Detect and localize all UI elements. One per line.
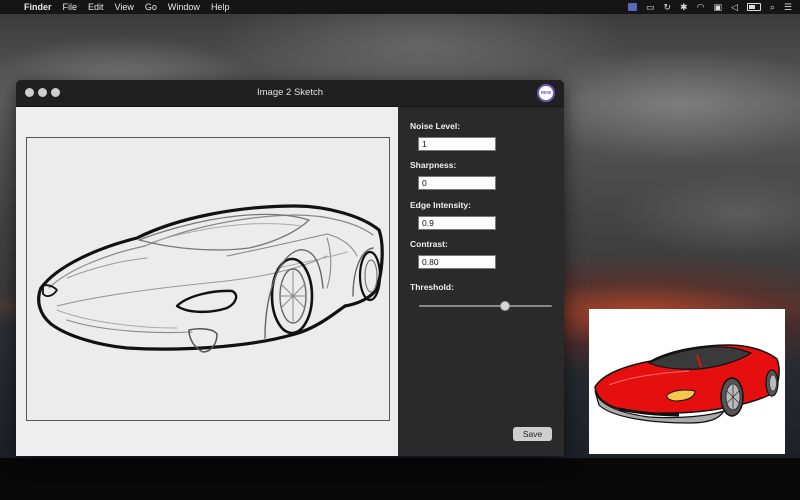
title-bar[interactable]: Image 2 Sketch REW xyxy=(16,80,564,107)
sharpness-label: Sharpness: xyxy=(410,160,457,170)
sketch-image-frame xyxy=(26,137,390,421)
menu-finder[interactable]: Finder xyxy=(24,0,52,14)
spotlight-search-icon[interactable]: ⌕ xyxy=(770,0,775,14)
window-title: Image 2 Sketch xyxy=(256,87,323,98)
noise-level-label: Noise Level: xyxy=(410,121,461,131)
controls-panel: Noise Level: Sharpness: Edge Intensity: … xyxy=(398,107,564,456)
notification-center-icon[interactable]: ☰ xyxy=(784,0,792,14)
red-car-image xyxy=(594,344,780,424)
threshold-label: Threshold: xyxy=(410,282,454,292)
app-window: Image 2 Sketch REW Noise Level: 1 Sharpn… xyxy=(16,80,564,456)
sketch-canvas-area xyxy=(16,107,398,456)
threshold-slider-thumb[interactable] xyxy=(500,301,511,311)
battery-icon[interactable] xyxy=(746,3,761,11)
volume-icon[interactable]: ◁ xyxy=(731,0,738,14)
menu-window[interactable]: Window xyxy=(168,0,200,14)
bluetooth-icon[interactable]: ✱ xyxy=(680,0,688,14)
menu-edit[interactable]: Edit xyxy=(88,0,104,14)
save-button[interactable]: Save xyxy=(513,427,552,441)
app-badge-icon[interactable]: REW xyxy=(537,84,555,102)
contrast-label: Contrast: xyxy=(410,239,448,249)
menu-help[interactable]: Help xyxy=(211,0,230,14)
menu-file[interactable]: File xyxy=(63,0,78,14)
menu-view[interactable]: View xyxy=(115,0,134,14)
threshold-slider-track[interactable] xyxy=(419,305,552,307)
contrast-field[interactable] xyxy=(418,255,496,269)
sharpness-field[interactable] xyxy=(418,176,496,190)
edge-intensity-field[interactable] xyxy=(418,216,496,230)
edge-intensity-label: Edge Intensity: xyxy=(410,200,471,210)
wifi-icon[interactable]: ◠ xyxy=(697,0,705,14)
menu-bar: Finder File Edit View Go Window Help ▭ ↻… xyxy=(0,0,800,14)
dock-area xyxy=(0,458,800,500)
menu-go[interactable]: Go xyxy=(145,0,157,14)
car-sketch-image xyxy=(37,204,384,353)
original-image-preview xyxy=(589,309,785,454)
input-source-icon[interactable]: ▣ xyxy=(713,0,722,14)
sync-icon[interactable]: ↻ xyxy=(663,0,671,14)
noise-level-field[interactable] xyxy=(418,137,496,151)
app-status-icon[interactable] xyxy=(627,3,637,11)
display-icon[interactable]: ▭ xyxy=(646,0,655,14)
